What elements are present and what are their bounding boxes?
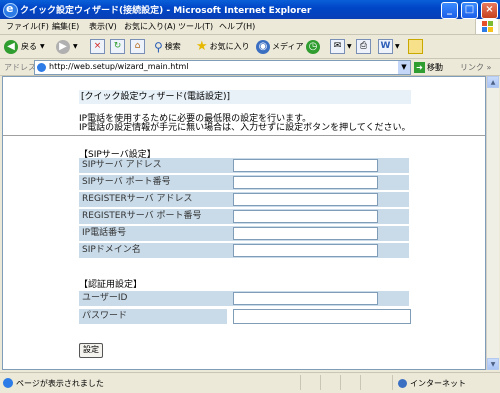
stop-icon: ×: [90, 39, 105, 54]
print-icon: ⎙: [356, 39, 371, 54]
dropdown-arrow-icon: ▼: [347, 43, 352, 50]
forward-arrow-icon: ▶: [56, 39, 70, 54]
back-button[interactable]: ◀ 戻る ▼: [4, 38, 45, 55]
scroll-down-icon[interactable]: ▼: [487, 358, 499, 370]
user-id-input[interactable]: [233, 292, 378, 305]
menu-tools[interactable]: ツール(T): [178, 21, 213, 32]
search-button[interactable]: ⚲ 検索: [154, 38, 181, 55]
scroll-up-icon[interactable]: ▲: [487, 76, 499, 88]
stop-button[interactable]: ×: [90, 38, 105, 55]
field-label: パスワード: [79, 309, 227, 324]
field-label: REGISTERサーバ ポート番号: [79, 209, 227, 224]
page-icon: [37, 63, 46, 72]
auth-section-title: 【認証用設定】: [79, 280, 143, 290]
field-label: SIPサーバ アドレス: [79, 158, 227, 173]
ie-logo-icon: [3, 2, 18, 18]
address-dropdown-icon[interactable]: ▼: [398, 61, 410, 74]
form-row: SIPドメイン名: [79, 243, 409, 258]
address-input[interactable]: http://web.setup/wizard_main.html ▼: [34, 60, 411, 75]
word-icon: W: [378, 39, 393, 54]
history-icon: ◷: [306, 39, 320, 54]
menu-favorites[interactable]: お気に入り(A): [124, 21, 176, 32]
description-line-2: IP電話の設定情報が手元に無い場合は、入力せずに設定ボタンを押してください。: [79, 123, 411, 133]
refresh-button[interactable]: ↻: [110, 38, 125, 55]
window-title: クイック設定ウィザード(接続設定) - Microsoft Internet E…: [20, 6, 312, 16]
refresh-icon: ↻: [110, 39, 125, 54]
form-row: ユーザーID: [79, 291, 409, 306]
favorites-button[interactable]: ★ お気に入り: [196, 38, 250, 55]
forward-button[interactable]: ▶ ▼: [56, 38, 78, 55]
dropdown-arrow-icon: ▼: [73, 43, 78, 50]
sip-domain-input[interactable]: [233, 244, 378, 257]
close-button[interactable]: ×: [481, 2, 498, 19]
status-bar: ページが表示されました インターネット: [0, 372, 500, 393]
links-button[interactable]: リンク »: [460, 62, 491, 73]
history-button[interactable]: ◷: [306, 38, 320, 55]
globe-icon: [398, 379, 407, 388]
sip-server-port-input[interactable]: [233, 176, 378, 189]
mail-button[interactable]: ✉ ▼: [330, 38, 352, 55]
field-label: SIPドメイン名: [79, 243, 227, 258]
minimize-button[interactable]: _: [441, 2, 458, 19]
page-title: [クイック設定ウィザード(電話設定)]: [79, 90, 411, 104]
field-label: IP電話番号: [79, 226, 227, 241]
status-text: ページが表示されました: [16, 379, 104, 388]
form-row: REGISTERサーバ ポート番号: [79, 209, 409, 224]
messenger-button[interactable]: [408, 38, 423, 55]
page-icon: [3, 378, 13, 388]
password-input[interactable]: [233, 309, 411, 324]
address-url: http://web.setup/wizard_main.html: [49, 62, 189, 71]
media-button[interactable]: ◉ メディア: [256, 38, 303, 55]
search-icon: ⚲: [154, 39, 163, 54]
register-server-port-input[interactable]: [233, 210, 378, 223]
vertical-scrollbar[interactable]: ▲ ▼: [486, 76, 499, 370]
sip-server-address-input[interactable]: [233, 159, 378, 172]
page-content: [クイック設定ウィザード(電話設定)] IP電話を使用するために必要の最低限の設…: [2, 76, 486, 370]
go-arrow-icon: ➜: [414, 61, 425, 73]
register-server-address-input[interactable]: [233, 193, 378, 206]
star-icon: ★: [196, 39, 208, 54]
go-button[interactable]: ➜ 移動: [414, 61, 443, 73]
maximize-button[interactable]: □: [461, 2, 478, 19]
menu-file[interactable]: ファイル(F): [6, 21, 49, 32]
browser-window: クイック設定ウィザード(接続設定) - Microsoft Internet E…: [0, 0, 500, 393]
toolbar: ◀ 戻る ▼ ▶ ▼ × ↻ ⌂ ⚲ 検索 ★ お気に入り ◉ メディア ◷ ✉…: [0, 35, 500, 59]
form-row: REGISTERサーバ アドレス: [79, 192, 409, 207]
address-bar: アドレス(D) http://web.setup/wizard_main.htm…: [0, 59, 500, 76]
field-label: SIPサーバ ポート番号: [79, 175, 227, 190]
menu-bar: ファイル(F) 編集(E) 表示(V) お気に入り(A) ツール(T) ヘルプ(…: [0, 19, 500, 35]
note-icon: [408, 39, 423, 54]
menu-view[interactable]: 表示(V): [89, 21, 117, 32]
edit-button[interactable]: W ▼: [378, 38, 400, 55]
home-button[interactable]: ⌂: [130, 38, 145, 55]
security-zone: インターネット: [398, 378, 466, 389]
form-row: SIPサーバ アドレス: [79, 158, 409, 173]
divider: [3, 135, 485, 136]
home-icon: ⌂: [130, 39, 145, 54]
back-arrow-icon: ◀: [4, 39, 18, 54]
form-row: IP電話番号: [79, 226, 409, 241]
windows-logo-icon: [475, 19, 498, 34]
ip-phone-number-input[interactable]: [233, 227, 378, 240]
dropdown-arrow-icon: ▼: [395, 43, 400, 50]
mail-icon: ✉: [330, 39, 345, 54]
menu-edit[interactable]: 編集(E): [52, 21, 79, 32]
field-label: ユーザーID: [79, 291, 227, 306]
form-row: パスワード: [79, 309, 411, 324]
form-row: SIPサーバ ポート番号: [79, 175, 409, 190]
print-button[interactable]: ⎙: [356, 38, 371, 55]
menu-help[interactable]: ヘルプ(H): [219, 21, 255, 32]
field-label: REGISTERサーバ アドレス: [79, 192, 227, 207]
media-icon: ◉: [256, 39, 270, 54]
dropdown-arrow-icon: ▼: [40, 43, 45, 50]
submit-button[interactable]: 設定: [79, 343, 103, 358]
title-bar: クイック設定ウィザード(接続設定) - Microsoft Internet E…: [0, 0, 500, 19]
